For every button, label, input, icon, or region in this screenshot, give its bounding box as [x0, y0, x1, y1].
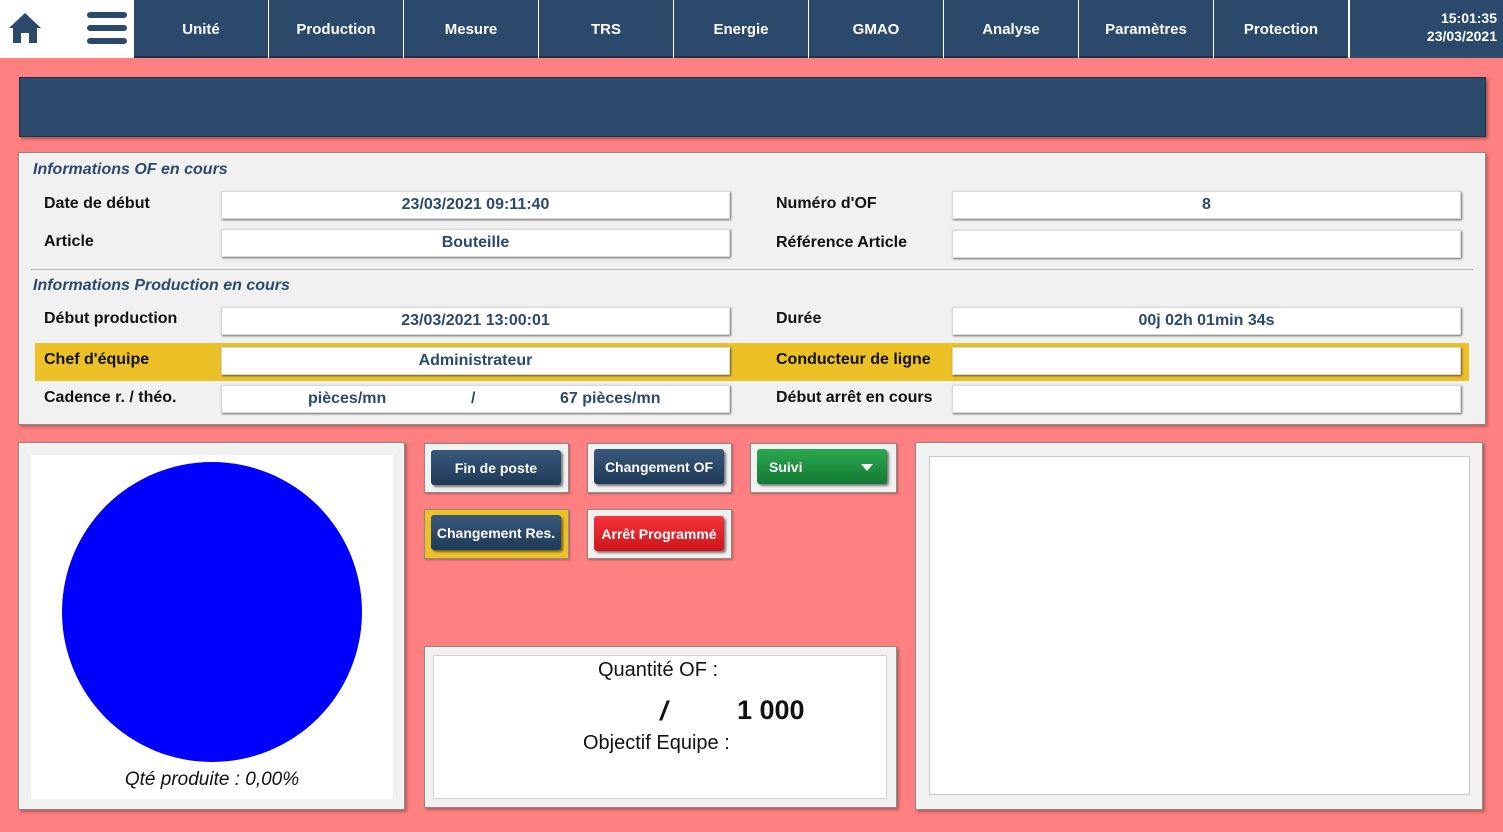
nav-protection[interactable]: Protection [1214, 0, 1349, 58]
arret-programme-frame: Arrêt Programmé [587, 509, 732, 559]
pie-chart [62, 462, 362, 762]
debut-arret-label: Début arrêt en cours [776, 389, 933, 406]
nav-analyse[interactable]: Analyse [944, 0, 1079, 58]
cadence-label: Cadence r. / théo. [44, 389, 177, 406]
right-panel-content [929, 456, 1470, 795]
main-nav: Unité Production Mesure TRS Energie GMAO… [134, 0, 1350, 58]
chef-equipe-field[interactable]: Administrateur [221, 347, 730, 375]
quantite-of-label: Quantité OF : [598, 659, 719, 681]
title-banner [19, 77, 1486, 137]
changement-of-frame: Changement OF [587, 443, 732, 493]
pie-remaining-slice [62, 462, 362, 762]
nav-energie[interactable]: Energie [674, 0, 809, 58]
suivi-label: Suivi [769, 458, 803, 475]
cadence-field: pièces/mn / 67 pièces/mn [221, 385, 730, 413]
info-panel: Informations OF en cours Date de début 2… [18, 152, 1486, 425]
cadence-separator: / [471, 390, 476, 407]
quantity-separator: / [660, 696, 668, 726]
changement-res-frame: Changement Res. [424, 509, 569, 559]
caret-down-icon [861, 464, 873, 471]
right-panel [915, 442, 1483, 810]
section-divider [31, 269, 1473, 270]
pie-caption: Qté produite : 0,00% [124, 769, 300, 790]
suivi-dropdown-button[interactable]: Suivi [757, 449, 887, 484]
top-bar: Unité Production Mesure TRS Energie GMAO… [0, 0, 1503, 58]
debut-production-label: Début production [44, 310, 178, 327]
debut-production-field: 23/03/2021 13:00:01 [221, 307, 730, 335]
changement-res-button[interactable]: Changement Res. [431, 515, 561, 550]
conducteur-ligne-field[interactable] [952, 347, 1461, 375]
article-label: Article [44, 233, 94, 250]
debut-arret-field [952, 385, 1461, 413]
date-debut-field: 23/03/2021 09:11:40 [221, 191, 730, 219]
pie-chart-area: Qté produite : 0,00% [31, 455, 393, 799]
home-icon [9, 13, 41, 43]
clock: 15:01:35 23/03/2021 [1350, 0, 1503, 58]
ref-article-label: Référence Article [776, 234, 908, 251]
fin-de-poste-frame: Fin de poste [424, 443, 569, 493]
nav-mesure[interactable]: Mesure [404, 0, 539, 58]
of-info-title: Informations OF en cours [33, 161, 228, 178]
nav-gmao[interactable]: GMAO [809, 0, 944, 58]
chef-equipe-label: Chef d'équipe [44, 351, 150, 368]
nav-production[interactable]: Production [269, 0, 404, 58]
date-debut-label: Date de début [44, 195, 150, 212]
nav-unite[interactable]: Unité [134, 0, 269, 58]
numero-of-field: 8 [952, 191, 1461, 219]
quantity-panel: Quantité OF : / 1 000 Objectif Equipe : [424, 646, 897, 808]
clock-time: 15:01:35 [1440, 10, 1497, 26]
cadence-reelle: pièces/mn [308, 390, 387, 407]
quantity-pie-panel: Qté produite : 0,00% [18, 442, 405, 810]
ref-article-field [952, 230, 1461, 258]
quantity-display: Quantité OF : / 1 000 Objectif Equipe : [433, 655, 887, 799]
hamburger-menu-icon [87, 12, 127, 44]
fin-de-poste-button[interactable]: Fin de poste [431, 450, 561, 485]
numero-of-label: Numéro d'OF [776, 195, 877, 212]
article-field: Bouteille [221, 229, 730, 257]
production-info-title: Informations Production en cours [33, 277, 290, 294]
duree-label: Durée [776, 310, 822, 327]
changement-of-button[interactable]: Changement OF [594, 449, 724, 484]
arret-programme-button[interactable]: Arrêt Programmé [594, 516, 724, 551]
nav-trs[interactable]: TRS [539, 0, 674, 58]
home-button[interactable] [4, 8, 46, 48]
menu-button[interactable] [84, 9, 130, 47]
duree-field: 00j 02h 01min 34s [952, 307, 1461, 335]
quantity-total: 1 000 [737, 695, 805, 725]
suivi-frame: Suivi [750, 443, 897, 493]
nav-parametres[interactable]: Paramètres [1079, 0, 1214, 58]
clock-date: 23/03/2021 [1426, 28, 1497, 44]
objectif-equipe-label: Objectif Equipe : [583, 732, 730, 754]
conducteur-ligne-label: Conducteur de ligne [776, 351, 931, 368]
cadence-theorique: 67 pièces/mn [560, 390, 661, 407]
